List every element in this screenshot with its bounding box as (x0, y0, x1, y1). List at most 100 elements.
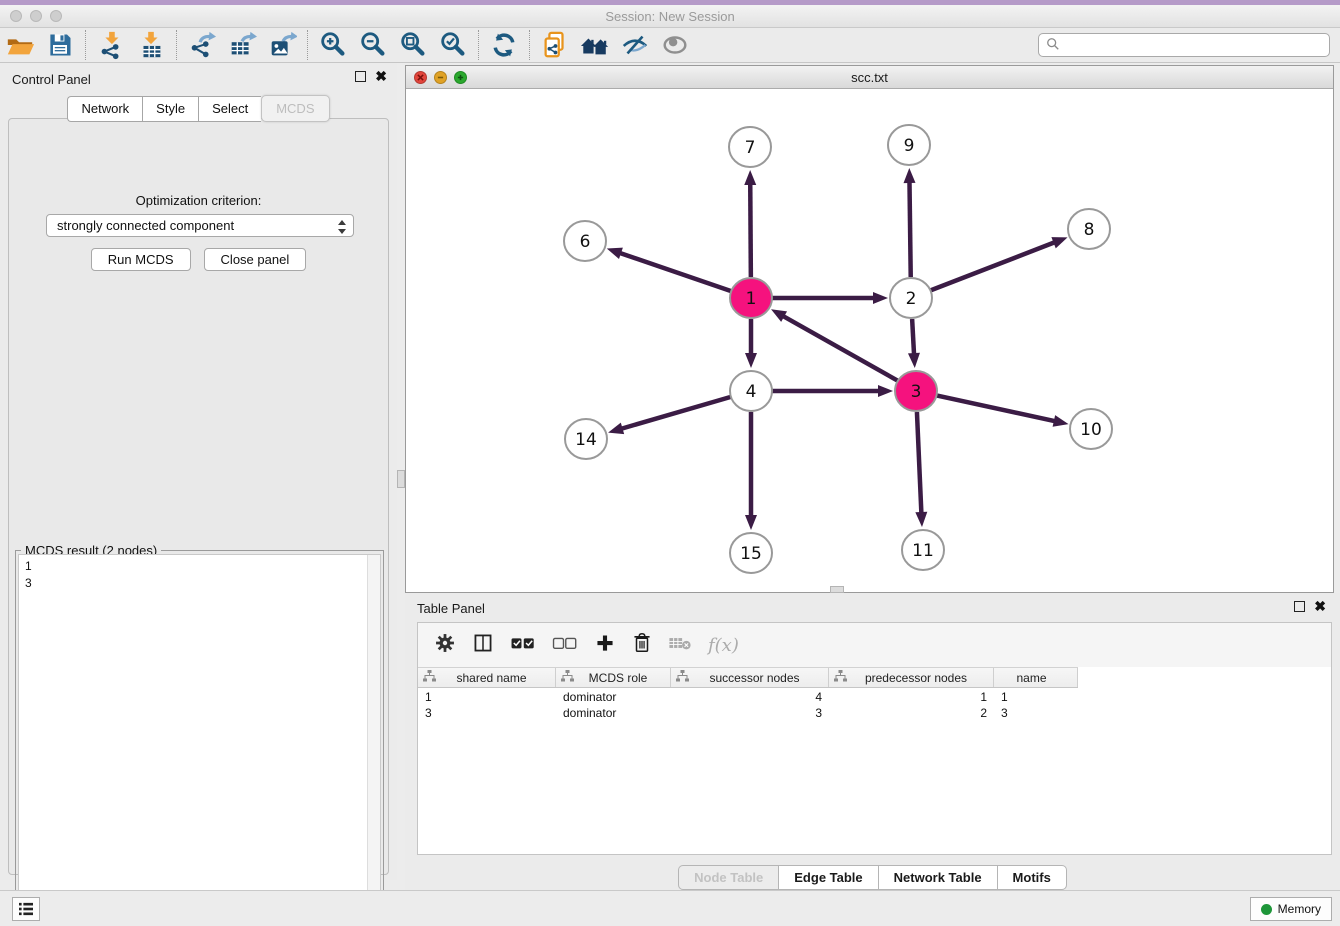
close-table-panel-icon[interactable]: ✖ (1314, 601, 1326, 612)
graph-edge-1-4[interactable] (745, 319, 757, 368)
graph-node-10[interactable]: 10 (1070, 409, 1112, 449)
zoom-out-button[interactable] (353, 28, 393, 62)
graph-edge-2-3[interactable] (908, 319, 920, 368)
app-titlebar: Session: New Session (0, 5, 1340, 28)
graph-node-label: 9 (904, 136, 915, 156)
add-column-button[interactable] (594, 632, 616, 659)
graph-node-label: 4 (746, 382, 757, 402)
table-row[interactable]: 3dominator323 (418, 706, 1078, 722)
memory-button[interactable]: Memory (1250, 897, 1332, 921)
graph-node-8[interactable]: 8 (1068, 209, 1110, 249)
graph-edge-1-7[interactable] (744, 170, 756, 277)
graph-edge-2-9[interactable] (903, 168, 915, 277)
graph-node-14[interactable]: 14 (565, 419, 607, 459)
control-tab-mcds[interactable]: MCDS (261, 95, 329, 122)
column-header-shared-name[interactable]: shared name (418, 668, 556, 687)
graph-edge-3-1[interactable] (771, 309, 898, 380)
graph-edge-1-6[interactable] (607, 248, 731, 292)
column-header-MCDS-role[interactable]: MCDS role (556, 668, 671, 687)
delete-column-button[interactable] (632, 632, 652, 659)
eye-icon (660, 30, 690, 60)
table-cell[interactable]: 3 (418, 706, 556, 722)
tab-motifs[interactable]: Motifs (997, 865, 1067, 890)
export-table-button[interactable] (222, 28, 262, 62)
table-settings-button[interactable] (434, 632, 456, 659)
graph-edge-3-11[interactable] (915, 412, 927, 527)
float-panel-icon[interactable] (355, 71, 366, 82)
clone-network-button[interactable] (535, 28, 575, 62)
result-scrollbar[interactable] (367, 555, 380, 922)
import-network-button[interactable] (91, 28, 131, 62)
search-input[interactable] (1038, 33, 1330, 57)
graph-node-1[interactable]: 1 (730, 278, 772, 318)
graph-node-2[interactable]: 2 (890, 278, 932, 318)
table-cell[interactable]: 3 (994, 706, 1078, 722)
zoom-fit-button[interactable] (393, 28, 433, 62)
zoom-in-button[interactable] (313, 28, 353, 62)
graph-node-6[interactable]: 6 (564, 221, 606, 261)
export-image-button[interactable] (262, 28, 302, 62)
graph-edge-2-8[interactable] (931, 237, 1068, 290)
zoom-selected-button[interactable] (433, 28, 473, 62)
delete-table-button[interactable] (668, 634, 692, 657)
save-session-button[interactable] (40, 28, 80, 62)
tab-edge-table[interactable]: Edge Table (778, 865, 877, 890)
show-details-button[interactable] (655, 28, 695, 62)
toolbar-separator (529, 30, 530, 60)
tab-node-table[interactable]: Node Table (678, 865, 778, 890)
control-tab-select[interactable]: Select (198, 96, 261, 122)
graph-node-4[interactable]: 4 (730, 371, 772, 411)
function-builder-button[interactable]: f(x) (708, 635, 739, 656)
table-cell[interactable]: dominator (556, 706, 671, 722)
open-file-button[interactable] (0, 28, 40, 62)
mcds-result-group: MCDS result (2 nodes) 13 (15, 550, 384, 926)
column-header-predecessor-nodes[interactable]: predecessor nodes (829, 668, 994, 687)
float-table-panel-icon[interactable] (1294, 601, 1305, 612)
vertical-splitter-handle[interactable] (397, 470, 405, 488)
graph-node-11[interactable]: 11 (902, 530, 944, 570)
graph-node-9[interactable]: 9 (888, 125, 930, 165)
graph-edge-4-3[interactable] (772, 385, 893, 397)
control-tab-style[interactable]: Style (142, 96, 198, 122)
tab-network-table[interactable]: Network Table (878, 865, 997, 890)
table-cell[interactable]: 3 (671, 706, 829, 722)
export-image-icon (267, 30, 297, 60)
graph-node-7[interactable]: 7 (729, 127, 771, 167)
select-all-button[interactable] (510, 634, 536, 657)
table-cell[interactable]: 4 (671, 690, 829, 706)
graph-edge-4-14[interactable] (608, 397, 731, 434)
table-cell[interactable]: 2 (829, 706, 994, 722)
column-header-name[interactable]: name (994, 668, 1078, 687)
horizontal-splitter-handle[interactable] (830, 586, 844, 593)
network-window-titlebar[interactable]: scc.txt (406, 66, 1333, 89)
mcds-result-textarea[interactable]: 13 (18, 554, 381, 923)
node-table-container: f(x) shared nameMCDS rolesuccessor nodes… (417, 622, 1332, 855)
graph-edge-4-15[interactable] (745, 412, 757, 530)
graph-edge-1-2[interactable] (772, 292, 888, 304)
table-cell[interactable]: 1 (829, 690, 994, 706)
table-cell[interactable]: dominator (556, 690, 671, 706)
column-header-successor-nodes[interactable]: successor nodes (671, 668, 829, 687)
graph-node-3[interactable]: 3 (895, 371, 937, 411)
graph-node-15[interactable]: 15 (730, 533, 772, 573)
import-table-button[interactable] (131, 28, 171, 62)
table-cell[interactable]: 1 (994, 690, 1078, 706)
close-panel-icon[interactable]: ✖ (375, 71, 387, 82)
task-history-button[interactable] (12, 897, 40, 921)
close-panel-button[interactable]: Close panel (204, 248, 307, 271)
table-panel: Table Panel ✖ (405, 593, 1340, 890)
network-canvas[interactable]: 7 9 6 8 1 2 4 3 14 10 15 11 (406, 89, 1333, 592)
apply-layout-button[interactable] (575, 28, 615, 62)
refresh-button[interactable] (484, 28, 524, 62)
hide-details-button[interactable] (615, 28, 655, 62)
control-tab-network[interactable]: Network (67, 96, 142, 122)
export-network-button[interactable] (182, 28, 222, 62)
run-mcds-button[interactable]: Run MCDS (91, 248, 191, 271)
table-cell[interactable]: 1 (418, 690, 556, 706)
table-row[interactable]: 1dominator411 (418, 690, 1078, 706)
graph-edge-3-10[interactable] (937, 395, 1069, 426)
toggle-column-view-button[interactable] (472, 632, 494, 659)
deselect-all-button[interactable] (552, 634, 578, 657)
memory-label: Memory (1278, 902, 1321, 916)
criterion-select[interactable]: strongly connected component (46, 214, 354, 237)
